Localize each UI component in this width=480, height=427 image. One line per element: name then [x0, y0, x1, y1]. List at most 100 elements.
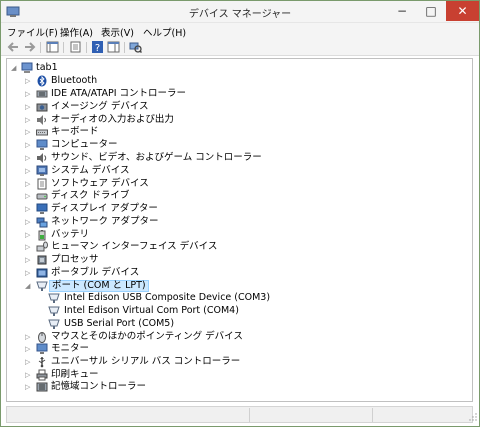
expand-arrow-icon[interactable]: ▷ [25, 343, 33, 355]
printer-icon [36, 369, 48, 381]
monitor-icon [36, 343, 48, 354]
tree-category-portable-devices[interactable]: ▷ ポータブル デバイス [25, 267, 325, 279]
menu-help[interactable]: ヘルプ(H) [143, 25, 186, 39]
tree-category-processors[interactable]: ▷ プロセッサ [25, 254, 325, 266]
tree-port-device-com3[interactable]: Intel Edison USB Composite Device (COM3) [37, 292, 337, 304]
action-pane-icon[interactable] [107, 41, 120, 53]
portable-device-icon [36, 268, 48, 278]
storage-controller-icon [36, 382, 48, 392]
tree-category-audio-io[interactable]: ▷ オーディオの入力および出力 [25, 114, 325, 126]
expand-arrow-icon[interactable]: ▷ [25, 331, 33, 343]
expand-arrow-icon[interactable]: ▷ [25, 356, 33, 368]
menu-action[interactable]: 操作(A) [60, 25, 93, 39]
expand-arrow-icon[interactable]: ▷ [25, 114, 33, 126]
tree-category-label: Bluetooth [51, 75, 98, 86]
back-arrow-icon[interactable] [7, 41, 20, 53]
expand-arrow-icon[interactable]: ▷ [25, 254, 33, 266]
tree-category-label: ディスプレイ アダプター [51, 203, 158, 214]
tree-category-label: コンピューター [51, 139, 118, 150]
software-device-icon [37, 178, 47, 190]
expand-arrow-icon[interactable]: ▷ [25, 165, 33, 177]
menu-file[interactable]: ファイル(F) [7, 25, 58, 39]
expand-arrow-icon[interactable]: ▷ [25, 152, 33, 164]
computer-icon [21, 62, 33, 73]
expand-arrow-icon[interactable]: ▷ [25, 101, 33, 113]
tree-category-storage-controllers[interactable]: ▷ 記憶域コントローラー [25, 381, 325, 393]
tree-category-bluetooth[interactable]: ▷ Bluetooth [25, 75, 325, 87]
tree-category-print-queues[interactable]: ▷ 印刷キュー [25, 369, 325, 381]
display-adapter-icon [36, 203, 48, 214]
tree-category-monitors[interactable]: ▷ モニター [25, 343, 325, 355]
tree-category-label: システム デバイス [51, 165, 130, 176]
tree-category-network-adapters[interactable]: ▷ ネットワーク アダプター [25, 216, 325, 228]
scan-hardware-icon[interactable] [129, 41, 142, 53]
expand-arrow-icon[interactable]: ▷ [25, 139, 33, 151]
tree-category-display-adapters[interactable]: ▷ ディスプレイ アダプター [25, 203, 325, 215]
tree-category-label: ネットワーク アダプター [51, 216, 159, 227]
tree-category-label: イメージング デバイス [51, 101, 149, 112]
tree-category-battery[interactable]: ▷ バッテリ [25, 229, 325, 241]
tree-category-label: サウンド、ビデオ、およびゲーム コントローラー [51, 152, 262, 163]
tree-category-hid[interactable]: ▷ ヒューマン インターフェイス デバイス [25, 241, 325, 253]
expand-arrow-icon[interactable]: ▷ [25, 267, 33, 279]
device-tree[interactable]: ◢ tab1 ▷ Bluetooth ▷ IDE ATA/ATAPI コントロー… [6, 58, 473, 402]
port-icon [48, 293, 60, 303]
expand-arrow-icon[interactable]: ▷ [25, 190, 33, 202]
tree-root[interactable]: ◢ tab1 [11, 62, 111, 74]
collapse-arrow-icon[interactable]: ◢ [25, 280, 33, 292]
expand-arrow-icon[interactable]: ▷ [25, 178, 33, 190]
show-hide-tree-icon[interactable] [46, 41, 59, 53]
tree-category-label: ユニバーサル シリアル バス コントローラー [51, 356, 241, 367]
expand-arrow-icon[interactable]: ▷ [25, 381, 33, 393]
tree-category-keyboard[interactable]: ▷ キーボード [25, 126, 325, 138]
tree-category-computer[interactable]: ▷ コンピューター [25, 139, 325, 151]
tree-category-system-devices[interactable]: ▷ システム デバイス [25, 165, 325, 177]
expand-arrow-icon[interactable]: ▷ [25, 126, 33, 138]
port-icon [36, 281, 48, 291]
resize-grip-icon[interactable] [469, 413, 477, 421]
tree-category-sound-video-game[interactable]: ▷ サウンド、ビデオ、およびゲーム コントローラー [25, 152, 325, 164]
toolbar-separator [124, 42, 125, 53]
minimize-button[interactable]: − [388, 1, 416, 21]
camera-icon [36, 103, 48, 112]
forward-arrow-icon[interactable] [23, 41, 36, 53]
expand-arrow-icon[interactable]: ▷ [25, 229, 33, 241]
tree-category-usb-controllers[interactable]: ▷ ユニバーサル シリアル バス コントローラー [25, 356, 325, 368]
expand-arrow-icon[interactable]: ▷ [25, 203, 33, 215]
expand-arrow-icon[interactable]: ▷ [25, 241, 33, 253]
menu-view[interactable]: 表示(V) [101, 25, 134, 39]
help-icon[interactable]: ? [91, 41, 104, 53]
tree-category-label: オーディオの入力および出力 [51, 114, 174, 125]
collapse-arrow-icon[interactable]: ◢ [11, 62, 19, 74]
tree-category-mice[interactable]: ▷ マウスとそのほかのポインティング デバイス [25, 331, 325, 343]
tree-category-label: モニター [51, 343, 90, 354]
tree-port-device-label: Intel Edison USB Composite Device (COM3) [64, 292, 271, 303]
toolbar-separator [40, 42, 41, 53]
processor-icon [37, 255, 47, 265]
hid-icon [36, 241, 48, 252]
toolbar-separator [86, 42, 87, 53]
status-divider [249, 408, 250, 422]
maximize-button[interactable]: □ [417, 1, 445, 21]
tree-category-label: 印刷キュー [51, 369, 99, 380]
expand-arrow-icon[interactable]: ▷ [25, 88, 33, 100]
bluetooth-icon [37, 75, 47, 87]
properties-icon[interactable] [69, 41, 82, 53]
tree-category-label: プロセッサ [51, 254, 99, 265]
close-button[interactable]: ✕ [446, 1, 479, 21]
expand-arrow-icon[interactable]: ▷ [25, 75, 33, 87]
usb-icon [38, 357, 46, 368]
tree-category-imaging[interactable]: ▷ イメージング デバイス [25, 101, 325, 113]
tree-category-ports[interactable]: ◢ ポート (COM と LPT) [25, 280, 325, 292]
expand-arrow-icon[interactable]: ▷ [25, 216, 33, 228]
expand-arrow-icon[interactable]: ▷ [25, 369, 33, 381]
menu-bar: ファイル(F) 操作(A) 表示(V) ヘルプ(H) [1, 23, 479, 39]
tree-category-software-devices[interactable]: ▷ ソフトウェア デバイス [25, 178, 325, 190]
tree-port-device-com4[interactable]: Intel Edison Virtual Com Port (COM4) [37, 305, 337, 317]
disk-drive-icon [36, 193, 48, 200]
tree-category-disk-drives[interactable]: ▷ ディスク ドライブ [25, 190, 325, 202]
tree-category-label: バッテリ [51, 229, 90, 240]
tree-category-ide[interactable]: ▷ IDE ATA/ATAPI コントローラー [25, 88, 325, 100]
title-bar[interactable]: デバイス マネージャー − □ ✕ [1, 1, 479, 23]
tree-port-device-com5[interactable]: USB Serial Port (COM5) [37, 318, 337, 330]
